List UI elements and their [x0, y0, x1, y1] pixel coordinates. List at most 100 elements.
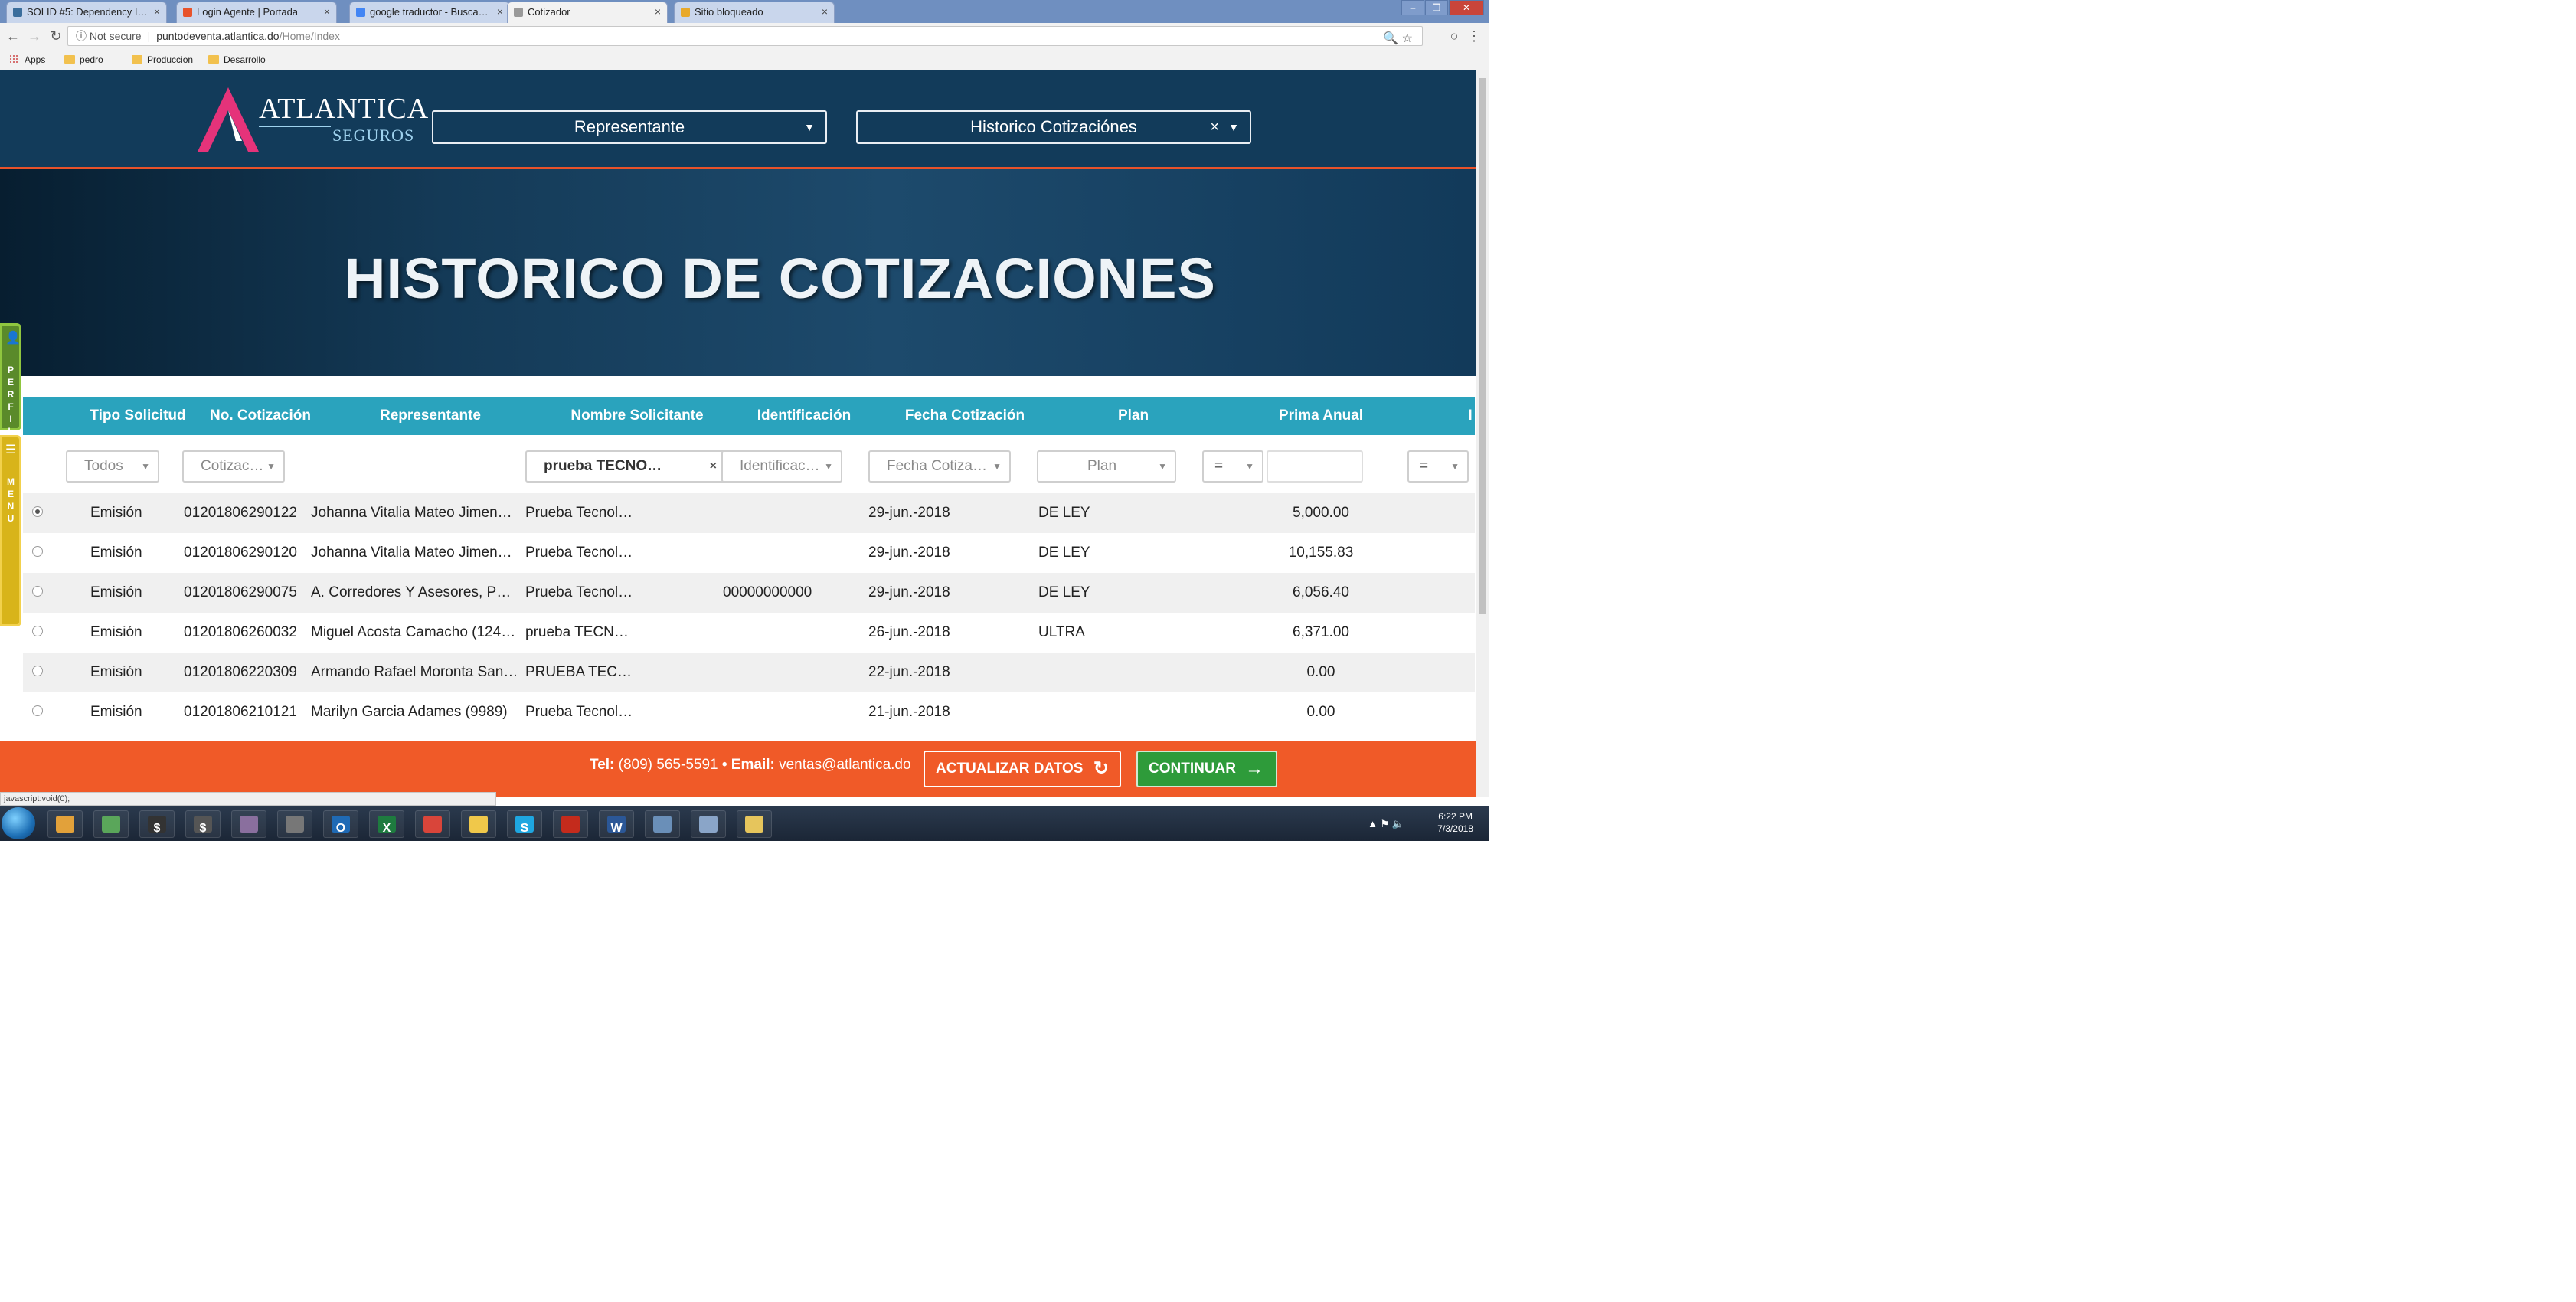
row-radio[interactable]	[32, 506, 43, 517]
bookmark-desarrollo[interactable]: Desarrollo	[208, 54, 266, 65]
browser-tab[interactable]: Cotizador ×	[507, 2, 668, 23]
reload-button[interactable]: ↻	[47, 28, 64, 44]
perfil-label: PERFIL	[7, 365, 15, 437]
column-nombre-solicitante[interactable]: Nombre Solicitante	[538, 397, 737, 435]
forward-button[interactable]: →	[26, 28, 43, 44]
taskbar-glyph: O	[332, 815, 350, 835]
close-tab-icon[interactable]: ×	[822, 5, 828, 18]
row-radio[interactable]	[32, 626, 43, 636]
site-header: ATLANTICA SEGUROS Representante ▼ Histor…	[0, 70, 1476, 169]
address-bar[interactable]: ⓘ Not secure | puntodeventa.atlantica.do/H…	[67, 26, 1423, 46]
finance-app-icon[interactable]: $	[185, 810, 221, 838]
tipo-filter[interactable]: Todos ▼	[66, 450, 159, 483]
cotizacion-filter[interactable]: Cotizac… ▼	[182, 450, 285, 483]
outlook-icon[interactable]: O	[323, 810, 358, 838]
column-truncated[interactable]: I	[1463, 397, 1476, 435]
system-clock[interactable]: 6:22 PM 7/3/2018	[1437, 810, 1473, 835]
document-icon[interactable]	[691, 810, 726, 838]
word-icon[interactable]: W	[599, 810, 634, 838]
bookmark-star-icon[interactable]: 🔍 ☆	[1383, 30, 1413, 48]
clear-icon[interactable]: ×	[1210, 112, 1219, 142]
favicon-icon	[13, 8, 22, 17]
column-prima-anual[interactable]: Prima Anual	[1218, 397, 1424, 435]
browser-menu-icon[interactable]: ⋮	[1466, 28, 1483, 44]
historico-select[interactable]: Historico Cotizaciónes × ▼	[856, 110, 1251, 144]
browser-tab[interactable]: Sitio bloqueado ×	[674, 2, 835, 23]
favicon-icon	[183, 8, 192, 17]
nombre-filter-value: prueba TECNO…	[544, 458, 662, 474]
table-row[interactable]: Emisión 01201806220309 Armando Rafael Moro…	[23, 653, 1475, 692]
start-button[interactable]	[2, 807, 35, 839]
row-radio[interactable]	[32, 546, 43, 557]
row-radio[interactable]	[32, 586, 43, 597]
close-tab-icon[interactable]: ×	[324, 5, 330, 18]
column-representante[interactable]: Representante	[331, 397, 530, 435]
last-operator-filter[interactable]: = ▼	[1407, 450, 1469, 483]
close-tab-icon[interactable]: ×	[497, 5, 503, 18]
system-tray[interactable]: ▲ ⚑ 🔈	[1368, 818, 1404, 830]
window-icon[interactable]	[645, 810, 680, 838]
back-button[interactable]: ←	[5, 28, 21, 44]
tab-label: google traductor - Busca…	[370, 6, 489, 18]
scrollbar-thumb[interactable]	[1479, 78, 1486, 614]
atlantica-logo[interactable]: ATLANTICA SEGUROS	[198, 87, 428, 156]
prima-value-input[interactable]	[1267, 450, 1363, 483]
row-radio[interactable]	[32, 705, 43, 716]
extension-icon[interactable]: ○	[1446, 28, 1463, 44]
browser-tab[interactable]: SOLID #5: Dependency I… ×	[6, 2, 167, 23]
excel-icon[interactable]: X	[369, 810, 404, 838]
chrome-icon[interactable]	[415, 810, 450, 838]
column-identificacion[interactable]: Identificación	[735, 397, 873, 435]
close-tab-icon[interactable]: ×	[655, 5, 661, 18]
column-plan[interactable]: Plan	[1041, 397, 1225, 435]
column-fecha-cotizacion[interactable]: Fecha Cotización	[873, 397, 1057, 435]
media-player-icon[interactable]	[47, 810, 83, 838]
plan-filter[interactable]: Plan ▼	[1037, 450, 1176, 483]
security-indicator[interactable]: ⓘ Not secure	[76, 30, 142, 42]
cell-identificacion	[723, 533, 853, 573]
favicon-icon	[514, 8, 523, 17]
taskbar-glyph	[423, 815, 442, 833]
bookmark-produccion[interactable]: Produccion	[132, 54, 193, 65]
page-scrollbar[interactable]	[1476, 70, 1489, 797]
close-tab-icon[interactable]: ×	[154, 5, 160, 18]
url-path: /Home/Index	[279, 30, 340, 42]
browser-tab[interactable]: Login Agente | Portada ×	[176, 2, 337, 23]
cloud-icon[interactable]	[461, 810, 496, 838]
skype-icon[interactable]: S	[507, 810, 542, 838]
maximize-button[interactable]: ❐	[1425, 0, 1448, 15]
apps-grid-icon	[9, 54, 18, 64]
network-icon[interactable]	[231, 810, 266, 838]
table-row[interactable]: Emisión 01201806290120 Johanna Vitalia Mat…	[23, 533, 1475, 573]
continue-button[interactable]: CONTINUAR →	[1136, 751, 1277, 787]
browser-tab[interactable]: google traductor - Busca… ×	[349, 2, 510, 23]
close-window-button[interactable]: ✕	[1449, 0, 1484, 15]
identificacion-filter[interactable]: Identificac… ▼	[721, 450, 842, 483]
bookmark-apps[interactable]: Apps	[9, 54, 45, 65]
acrobat-icon[interactable]	[553, 810, 588, 838]
tools-icon[interactable]	[277, 810, 312, 838]
table-row[interactable]: Emisión 01201806260032 Miguel Acosta Camac…	[23, 613, 1475, 653]
table-row[interactable]: Emisión 01201806290122 Johanna Vitalia Mat…	[23, 493, 1475, 533]
table-row[interactable]: Emisión 01201806290075 A. Corredores Y Ase…	[23, 573, 1475, 613]
prima-operator-filter[interactable]: = ▼	[1202, 450, 1263, 483]
minimize-button[interactable]: –	[1401, 0, 1424, 15]
taskbar-glyph: $	[194, 815, 212, 835]
bookmark-pedro[interactable]: pedro	[64, 54, 103, 65]
nombre-filter[interactable]: prueba TECNO… × ▼	[525, 450, 741, 483]
dollar-app-icon[interactable]: $	[139, 810, 175, 838]
update-data-button[interactable]: ACTUALIZAR DATOS ↻	[924, 751, 1121, 787]
cell-cotizacion: 01201806290122	[184, 505, 297, 521]
row-radio[interactable]	[32, 666, 43, 676]
fecha-filter[interactable]: Fecha Cotiza… ▼	[868, 450, 1011, 483]
photos-icon[interactable]	[93, 810, 129, 838]
representante-select[interactable]: Representante ▼	[432, 110, 827, 144]
column-no-cotizacion[interactable]: No. Cotización	[184, 397, 337, 435]
explorer-icon[interactable]	[737, 810, 772, 838]
filter-row: Todos ▼ Cotizac… ▼ prueba TECNO… × ▼ Ide…	[23, 435, 1475, 494]
email-value[interactable]: ventas@atlantica.do	[779, 757, 910, 773]
clear-icon[interactable]: ×	[710, 452, 717, 481]
perfil-side-tab[interactable]: 👤 PERFIL	[0, 323, 21, 437]
menu-side-tab[interactable]: ☰ MENU	[0, 435, 21, 626]
table-row[interactable]: Emisión 01201806210121 Marilyn Garcia Adam…	[23, 692, 1475, 732]
